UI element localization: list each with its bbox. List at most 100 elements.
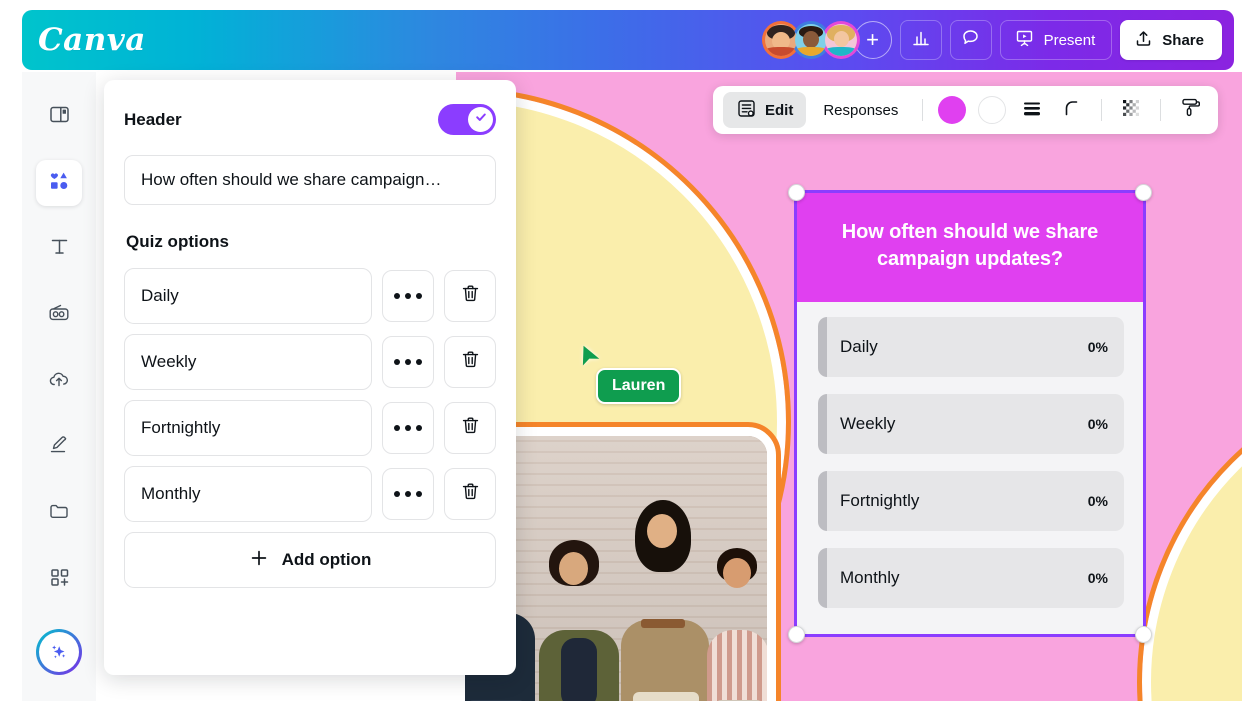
share-label: Share: [1162, 31, 1204, 49]
sidebar-item-uploads[interactable]: [36, 358, 82, 404]
quiz-options-section-title: Quiz options: [126, 232, 229, 251]
sidebar-item-projects[interactable]: [36, 490, 82, 536]
more-options-icon: [394, 491, 422, 497]
sidebar-item-apps[interactable]: [36, 556, 82, 602]
tab-edit-label: Edit: [765, 101, 794, 119]
corner-radius-button[interactable]: [1054, 92, 1090, 128]
option-row: Weekly: [124, 334, 496, 390]
option-delete-button[interactable]: [444, 336, 496, 388]
element-toolbar: Edit Responses: [713, 86, 1219, 134]
more-options-icon: [394, 359, 422, 365]
sidebar-item-brand[interactable]: [36, 292, 82, 338]
option-row: Fortnightly: [124, 400, 496, 456]
upload-arrow-icon: [1134, 29, 1153, 52]
sidebar-item-elements[interactable]: [36, 160, 82, 206]
top-toolbar-right-group: + Present Share: [761, 20, 1222, 60]
collaborator-avatars: +: [761, 21, 892, 59]
option-text-input[interactable]: Fortnightly: [124, 400, 372, 456]
quiz-edit-panel: Header How often should we share campaig…: [104, 80, 516, 675]
design-layout-icon: [48, 103, 71, 131]
header-toggle[interactable]: [438, 104, 496, 135]
tab-edit[interactable]: Edit: [723, 92, 807, 128]
text-t-icon: [48, 235, 71, 263]
canva-editor-window: Canva + Present Share Lauren Edit Respon…: [0, 0, 1242, 701]
presentation-screen-icon: [1014, 28, 1035, 53]
photo-person: [705, 538, 767, 701]
quiz-element[interactable]: How often should we share campaign updat…: [788, 184, 1152, 643]
tab-responses[interactable]: Responses: [810, 92, 911, 128]
magic-studio-button[interactable]: [36, 629, 82, 675]
comment-bubble-icon: [960, 27, 981, 53]
present-label: Present: [1043, 31, 1096, 49]
toolbar-divider: [1101, 99, 1103, 121]
folder-projects-icon: [47, 499, 71, 528]
fill-color-swatch: [938, 96, 967, 124]
comments-button[interactable]: [949, 20, 992, 60]
option-delete-button[interactable]: [444, 270, 496, 322]
header-text-input[interactable]: How often should we share campaign…: [124, 155, 496, 205]
paint-roller-button[interactable]: [1172, 92, 1208, 128]
sidebar-item-design[interactable]: [36, 94, 82, 140]
resize-handle-bottom-left[interactable]: [788, 626, 805, 643]
selection-outline: [788, 184, 1152, 643]
option-more-button[interactable]: [382, 270, 434, 322]
trash-icon: [460, 415, 481, 441]
border-color-swatch: [978, 96, 1007, 124]
pen-draw-icon: [47, 433, 71, 462]
option-more-button[interactable]: [382, 468, 434, 520]
avatar[interactable]: [821, 21, 860, 59]
toolbar-divider: [922, 99, 924, 121]
option-row: Monthly: [124, 466, 496, 522]
fill-color-button[interactable]: [934, 92, 970, 128]
avatar-image: [794, 24, 827, 56]
insights-button[interactable]: [899, 20, 942, 60]
photo-person: [615, 496, 719, 701]
add-option-button[interactable]: Add option: [124, 532, 496, 588]
plus-icon: [249, 548, 269, 573]
more-options-icon: [394, 425, 422, 431]
transparency-button[interactable]: [1113, 92, 1149, 128]
option-more-button[interactable]: [382, 336, 434, 388]
left-sidebar-rail: [22, 72, 96, 701]
border-weight-button[interactable]: [1014, 92, 1050, 128]
magic-sparkle-icon: [39, 632, 79, 672]
trash-icon: [460, 283, 481, 309]
resize-handle-top-left[interactable]: [788, 184, 805, 201]
option-delete-button[interactable]: [444, 402, 496, 454]
transparency-checker-icon: [1120, 97, 1142, 124]
option-text-input[interactable]: Weekly: [124, 334, 372, 390]
option-delete-button[interactable]: [444, 468, 496, 520]
collaborator-name-tag: Lauren: [596, 368, 682, 404]
brand-kit-icon: [47, 301, 71, 330]
resize-handle-bottom-right[interactable]: [1135, 626, 1152, 643]
option-row: Daily: [124, 268, 496, 324]
border-color-button[interactable]: [974, 92, 1010, 128]
top-toolbar: Canva + Present Share: [22, 10, 1234, 70]
option-more-button[interactable]: [382, 402, 434, 454]
avatar-image: [764, 24, 797, 56]
toolbar-divider: [1160, 99, 1162, 121]
paint-roller-icon: [1179, 96, 1202, 124]
present-button[interactable]: Present: [999, 20, 1113, 60]
trash-icon: [460, 349, 481, 375]
option-text-input[interactable]: Monthly: [124, 466, 372, 522]
trash-icon: [460, 481, 481, 507]
toggle-knob: [468, 107, 493, 132]
panel-title: Header: [124, 109, 182, 129]
collaborator-cursor: Lauren: [574, 344, 682, 404]
option-text-input[interactable]: Daily: [124, 268, 372, 324]
elements-shapes-icon: [47, 169, 71, 198]
sidebar-item-draw[interactable]: [36, 424, 82, 470]
share-button[interactable]: Share: [1120, 20, 1222, 60]
corner-radius-icon: [1060, 96, 1084, 125]
add-option-label: Add option: [281, 550, 372, 569]
bar-chart-icon: [911, 28, 931, 53]
canva-logo[interactable]: Canva: [38, 22, 146, 58]
sidebar-item-text[interactable]: [36, 226, 82, 272]
avatar-image: [824, 24, 857, 56]
resize-handle-top-right[interactable]: [1135, 184, 1152, 201]
more-options-icon: [394, 293, 422, 299]
cloud-upload-icon: [47, 367, 71, 396]
apps-grid-plus-icon: [48, 565, 71, 593]
photo-person: [531, 526, 627, 701]
